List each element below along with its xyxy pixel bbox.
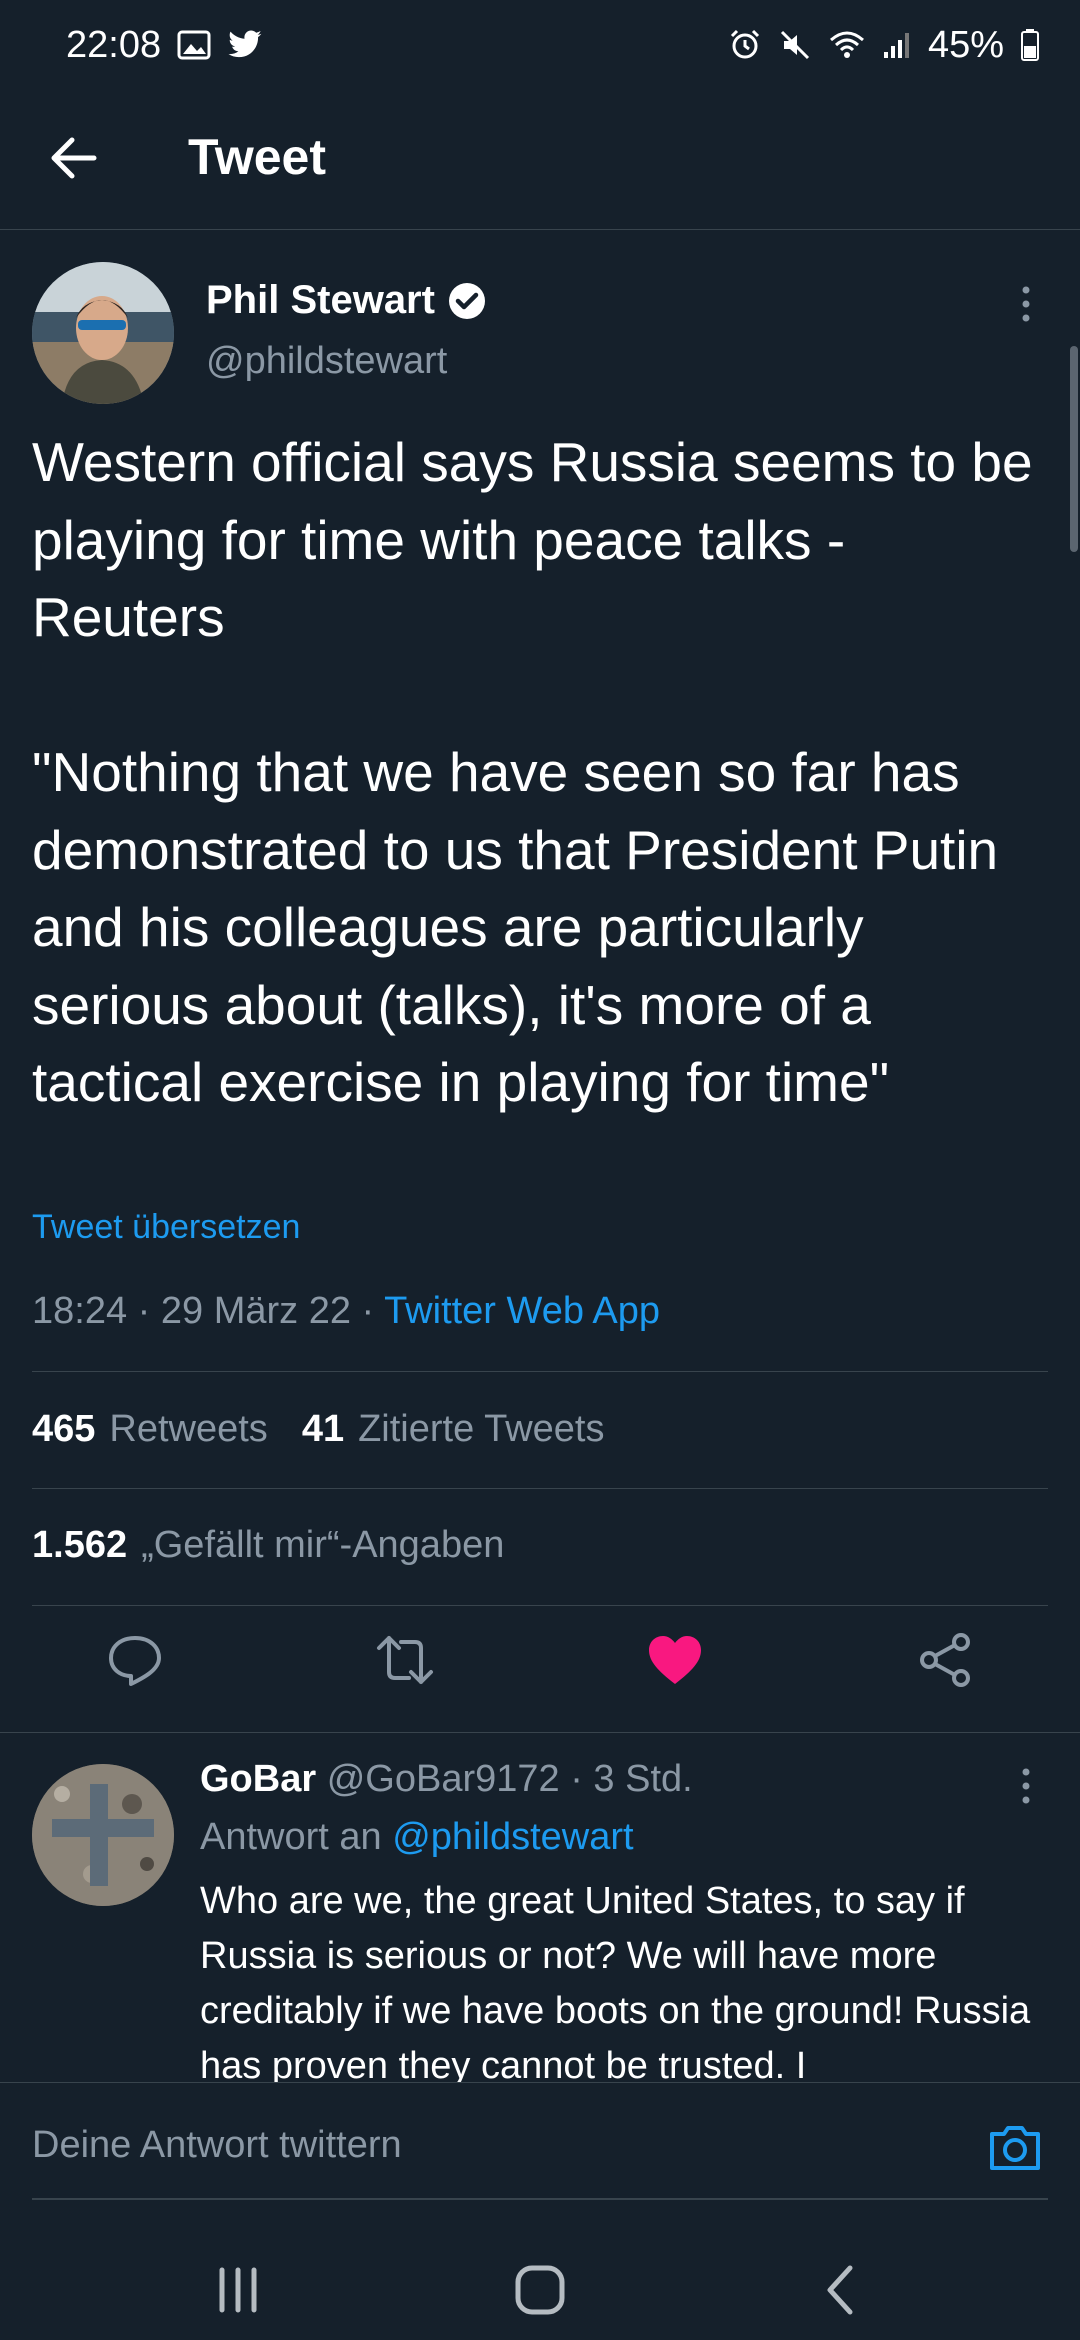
likes-count: 1.562 (32, 1524, 128, 1566)
divider (32, 1488, 1048, 1489)
quotes-stat[interactable]: 41 Zitierte Tweets (302, 1408, 605, 1451)
retweet-icon[interactable] (375, 1630, 435, 1690)
reply-header: GoBar @GoBar9172 · 3 Std. (200, 1758, 693, 1801)
twitter-icon (227, 30, 263, 60)
author-avatar[interactable] (32, 262, 174, 404)
recent-apps-icon[interactable] (208, 2260, 268, 2320)
reply-to-mention[interactable]: @phildstewart (392, 1816, 633, 1858)
retweet-stats: 465 Retweets 41 Zitierte Tweets (32, 1408, 604, 1451)
reply-author-avatar[interactable] (32, 1764, 174, 1906)
reply-more-options-icon[interactable] (1010, 1762, 1042, 1812)
author-handle[interactable]: @phildstewart (206, 340, 447, 383)
signal-icon (882, 30, 912, 60)
reply-age: 3 Std. (593, 1758, 693, 1800)
system-navigation-bar (0, 2220, 1080, 2340)
tweet-meta: 18:24 · 29 März 22 · Twitter Web App (32, 1290, 660, 1333)
gallery-icon (177, 30, 211, 60)
camera-icon[interactable] (986, 2118, 1044, 2176)
reply-text[interactable]: Who are we, the great United States, to … (200, 1874, 1050, 2082)
verified-badge-icon (447, 281, 487, 321)
scrollbar[interactable] (1070, 346, 1078, 552)
status-bar: 22:08 45% (0, 0, 1080, 90)
likes-stats[interactable]: 1.562 „Gefällt mir“-Angaben (32, 1524, 504, 1567)
reply-to-label: Antwort an (200, 1816, 382, 1858)
author-name[interactable]: Phil Stewart (206, 278, 487, 323)
meta-separator: · (137, 1290, 161, 1332)
alarm-icon (728, 28, 762, 62)
quotes-count: 41 (301, 1408, 345, 1450)
reply-icon[interactable] (105, 1630, 165, 1690)
divider (32, 1605, 1048, 1606)
battery-icon (1020, 28, 1040, 62)
tweet-source-app[interactable]: Twitter Web App (384, 1290, 660, 1332)
tweet-actions (0, 1630, 1080, 1710)
retweets-label: Retweets (109, 1408, 268, 1450)
mute-icon (778, 28, 812, 62)
back-nav-icon[interactable] (812, 2260, 872, 2320)
divider (32, 1371, 1048, 1372)
likes-label: „Gefällt mir“-Angaben (141, 1524, 505, 1566)
author-name-text: Phil Stewart (206, 278, 435, 322)
retweets-stat[interactable]: 465 Retweets (32, 1408, 268, 1451)
page-title: Tweet (188, 129, 326, 185)
reply-compose-input[interactable] (32, 2124, 932, 2167)
more-options-icon[interactable] (1010, 280, 1042, 330)
translate-tweet-link[interactable]: Tweet übersetzen (32, 1208, 300, 1247)
top-app-bar: Tweet (0, 90, 1080, 230)
reply-author-handle[interactable]: @GoBar9172 (327, 1758, 560, 1800)
back-arrow-icon[interactable] (46, 130, 102, 186)
share-icon[interactable] (915, 1630, 975, 1690)
reply-to-line: Antwort an @phildstewart (200, 1816, 634, 1859)
like-heart-icon[interactable] (645, 1630, 705, 1690)
tweet-text: Western official says Russia seems to be… (32, 431, 1033, 1113)
compose-underline (32, 2198, 1048, 2200)
tweet-date: 29 März 22 (160, 1290, 351, 1332)
meta-separator: · (361, 1290, 385, 1332)
quotes-label: Zitierte Tweets (358, 1408, 605, 1450)
section-divider (0, 1732, 1080, 1733)
retweets-count: 465 (32, 1408, 96, 1450)
battery-percent: 45% (927, 23, 1004, 66)
reply-author-name[interactable]: GoBar (200, 1758, 316, 1800)
status-time: 22:08 (66, 23, 162, 66)
home-icon[interactable] (510, 2260, 570, 2320)
meta-separator: · (570, 1758, 594, 1800)
tweet-time: 18:24 (32, 1290, 128, 1332)
wifi-icon (828, 29, 866, 61)
